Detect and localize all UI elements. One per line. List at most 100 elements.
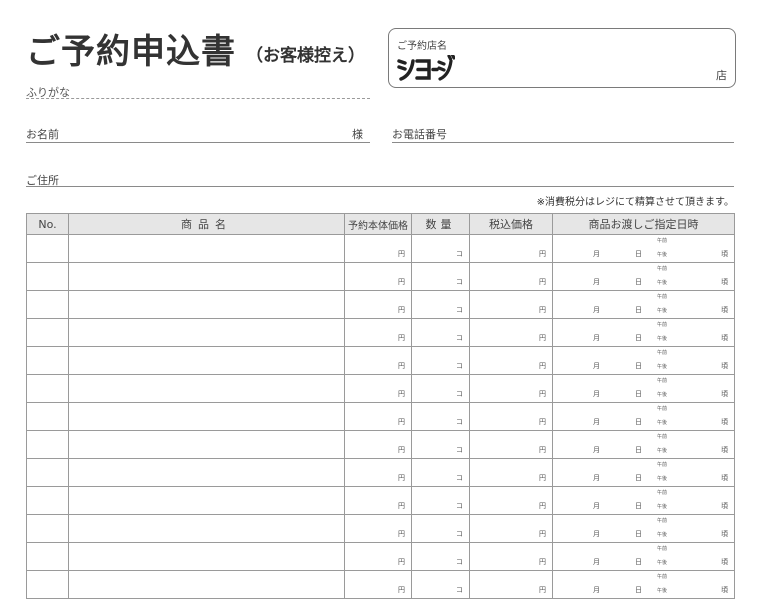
row-delivery-cell[interactable]: 月 日 午前 午後 頃 — [552, 458, 735, 487]
row-delivery-cell[interactable]: 月 日 午前 午後 頃 — [552, 374, 735, 403]
row-tax-price-cell[interactable]: 円 — [469, 374, 553, 403]
row-base-price-cell[interactable]: 円 — [344, 374, 412, 403]
row-no-cell[interactable] — [26, 346, 69, 375]
row-no-cell[interactable] — [26, 374, 69, 403]
row-delivery-cell[interactable]: 月 日 午前 午後 頃 — [552, 402, 735, 431]
row-quantity-cell[interactable]: コ — [411, 318, 470, 347]
row-base-price-cell[interactable]: 円 — [344, 458, 412, 487]
row-base-price-cell[interactable]: 円 — [344, 318, 412, 347]
row-quantity-cell[interactable]: コ — [411, 234, 470, 263]
row-no-cell[interactable] — [26, 234, 69, 263]
day-unit: 日 — [635, 278, 642, 286]
row-quantity-cell[interactable]: コ — [411, 262, 470, 291]
col-header-no: No. — [26, 213, 69, 235]
row-product-cell[interactable] — [68, 542, 345, 571]
row-tax-price-cell[interactable]: 円 — [469, 430, 553, 459]
row-base-price-cell[interactable]: 円 — [344, 346, 412, 375]
row-tax-price-cell[interactable]: 円 — [469, 514, 553, 543]
row-delivery-cell[interactable]: 月 日 午前 午後 頃 — [552, 514, 735, 543]
row-delivery-cell[interactable]: 月 日 午前 午後 頃 — [552, 262, 735, 291]
row-tax-price-cell[interactable]: 円 — [469, 290, 553, 319]
yen-unit: 円 — [398, 586, 405, 594]
month-unit: 月 — [593, 306, 600, 314]
row-product-cell[interactable] — [68, 234, 345, 263]
row-quantity-cell[interactable]: コ — [411, 570, 470, 599]
row-delivery-cell[interactable]: 月 日 午前 午後 頃 — [552, 430, 735, 459]
row-quantity-cell[interactable]: コ — [411, 290, 470, 319]
row-quantity-cell[interactable]: コ — [411, 430, 470, 459]
row-product-cell[interactable] — [68, 570, 345, 599]
row-base-price-cell[interactable]: 円 — [344, 262, 412, 291]
row-tax-price-cell[interactable]: 円 — [469, 402, 553, 431]
row-tax-price-cell[interactable]: 円 — [469, 570, 553, 599]
row-quantity-cell[interactable]: コ — [411, 542, 470, 571]
row-base-price-cell[interactable]: 円 — [344, 234, 412, 263]
row-tax-price-cell[interactable]: 円 — [469, 346, 553, 375]
row-product-cell[interactable] — [68, 514, 345, 543]
row-quantity-cell[interactable]: コ — [411, 486, 470, 515]
row-product-cell[interactable] — [68, 430, 345, 459]
am-label: 午前 — [657, 434, 668, 440]
row-no-cell[interactable] — [26, 570, 69, 599]
row-base-price-cell[interactable]: 円 — [344, 514, 412, 543]
row-product-cell[interactable] — [68, 290, 345, 319]
row-delivery-cell[interactable]: 月 日 午前 午後 頃 — [552, 542, 735, 571]
row-delivery-cell[interactable]: 月 日 午前 午後 頃 — [552, 234, 735, 263]
row-no-cell[interactable] — [26, 402, 69, 431]
row-delivery-cell[interactable]: 月 日 午前 午後 頃 — [552, 290, 735, 319]
row-delivery-cell[interactable]: 月 日 午前 午後 頃 — [552, 570, 735, 599]
row-tax-price-cell[interactable]: 円 — [469, 318, 553, 347]
row-base-price-cell[interactable]: 円 — [344, 542, 412, 571]
row-base-price-cell[interactable]: 円 — [344, 570, 412, 599]
row-tax-price-cell[interactable]: 円 — [469, 234, 553, 263]
table-row: 円 コ 円 月 日 午前 午後 頃 — [26, 374, 735, 403]
row-no-cell[interactable] — [26, 430, 69, 459]
row-quantity-cell[interactable]: コ — [411, 514, 470, 543]
row-tax-price-cell[interactable]: 円 — [469, 458, 553, 487]
row-tax-price-cell[interactable]: 円 — [469, 486, 553, 515]
row-product-cell[interactable] — [68, 346, 345, 375]
store-box[interactable]: ご予約店名 店 — [388, 28, 736, 88]
row-base-price-cell[interactable]: 円 — [344, 290, 412, 319]
row-no-cell[interactable] — [26, 318, 69, 347]
row-delivery-cell[interactable]: 月 日 午前 午後 頃 — [552, 346, 735, 375]
pm-label: 午後 — [657, 504, 668, 510]
count-unit: コ — [456, 586, 463, 594]
yen-unit: 円 — [539, 306, 546, 314]
phone-field-line[interactable] — [392, 142, 734, 143]
row-quantity-cell[interactable]: コ — [411, 402, 470, 431]
row-no-cell[interactable] — [26, 262, 69, 291]
address-field-line[interactable] — [26, 186, 734, 187]
month-unit: 月 — [593, 278, 600, 286]
row-no-cell[interactable] — [26, 514, 69, 543]
row-base-price-cell[interactable]: 円 — [344, 430, 412, 459]
furigana-line[interactable] — [26, 98, 370, 99]
col-header-quantity: 数量 — [411, 213, 470, 235]
row-base-price-cell[interactable]: 円 — [344, 486, 412, 515]
row-no-cell[interactable] — [26, 486, 69, 515]
row-quantity-cell[interactable]: コ — [411, 374, 470, 403]
row-delivery-cell[interactable]: 月 日 午前 午後 頃 — [552, 486, 735, 515]
row-tax-price-cell[interactable]: 円 — [469, 542, 553, 571]
row-no-cell[interactable] — [26, 290, 69, 319]
row-delivery-cell[interactable]: 月 日 午前 午後 頃 — [552, 318, 735, 347]
yen-unit: 円 — [539, 278, 546, 286]
row-product-cell[interactable] — [68, 374, 345, 403]
pm-label: 午後 — [657, 532, 668, 538]
name-field-line[interactable] — [26, 142, 370, 143]
pm-label: 午後 — [657, 308, 668, 314]
row-quantity-cell[interactable]: コ — [411, 458, 470, 487]
row-product-cell[interactable] — [68, 262, 345, 291]
row-no-cell[interactable] — [26, 542, 69, 571]
approx-unit: 頃 — [721, 502, 728, 510]
am-label: 午前 — [657, 322, 668, 328]
row-product-cell[interactable] — [68, 458, 345, 487]
row-base-price-cell[interactable]: 円 — [344, 402, 412, 431]
yen-unit: 円 — [539, 502, 546, 510]
row-product-cell[interactable] — [68, 486, 345, 515]
row-tax-price-cell[interactable]: 円 — [469, 262, 553, 291]
row-product-cell[interactable] — [68, 402, 345, 431]
row-product-cell[interactable] — [68, 318, 345, 347]
row-no-cell[interactable] — [26, 458, 69, 487]
row-quantity-cell[interactable]: コ — [411, 346, 470, 375]
